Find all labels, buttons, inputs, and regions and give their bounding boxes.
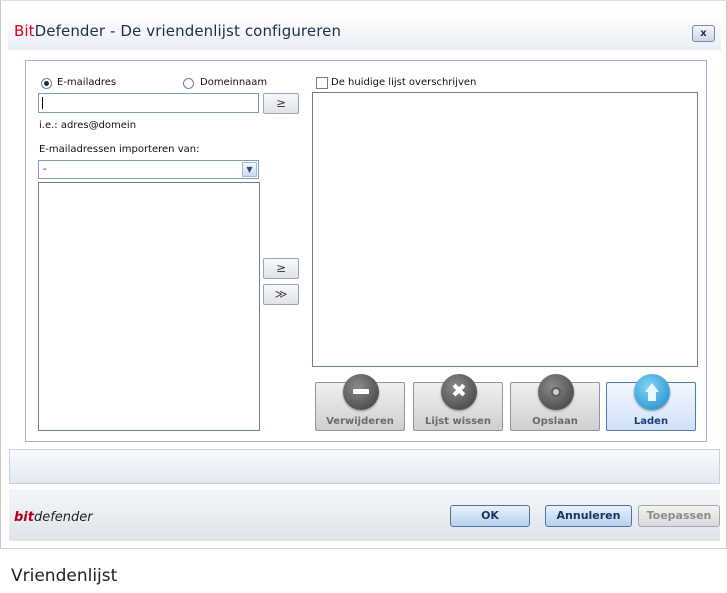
apply-button[interactable]: Toepassen bbox=[638, 505, 720, 527]
figure-caption: Vriendenlijst bbox=[11, 566, 118, 586]
radio-domain-label: Domeinnaam bbox=[200, 77, 268, 88]
status-strip bbox=[9, 449, 720, 484]
title-text: Defender - De vriendenlijst configureren bbox=[34, 22, 342, 40]
move-selected-button[interactable]: ≥ bbox=[263, 258, 299, 279]
radio-domain[interactable] bbox=[183, 78, 194, 89]
import-source-select[interactable]: - ▼ bbox=[38, 160, 259, 179]
chevron-down-icon[interactable]: ▼ bbox=[242, 162, 257, 177]
window-title: BitDefender - De vriendenlijst configure… bbox=[14, 22, 341, 40]
text-caret bbox=[42, 97, 43, 109]
logo-bit: bit bbox=[14, 510, 34, 525]
friends-list[interactable] bbox=[312, 92, 698, 367]
address-input[interactable] bbox=[38, 93, 259, 113]
import-selected-value: - bbox=[43, 164, 47, 175]
overwrite-label: De huidige lijst overschrijven bbox=[331, 77, 477, 88]
cancel-button[interactable]: Annuleren bbox=[545, 505, 632, 527]
bitdefender-logo: bitdefender bbox=[14, 510, 93, 525]
minus-icon bbox=[343, 374, 379, 410]
clear-list-button[interactable]: ✖ Lijst wissen bbox=[413, 374, 503, 431]
add-address-button[interactable]: ≥ bbox=[263, 93, 299, 114]
move-all-button[interactable]: ≫ bbox=[263, 284, 299, 305]
save-label: Opslaan bbox=[532, 416, 578, 427]
logo-defender: defender bbox=[33, 510, 93, 525]
save-button[interactable]: Opslaan bbox=[510, 374, 600, 431]
ok-button[interactable]: OK bbox=[450, 505, 530, 527]
example-text: i.e.: adres@domein bbox=[39, 120, 137, 131]
x-icon: ✖ bbox=[441, 374, 477, 410]
close-button[interactable]: x bbox=[692, 25, 715, 42]
caption-divider bbox=[0, 548, 727, 549]
disc-icon bbox=[538, 374, 574, 410]
radio-email[interactable] bbox=[41, 78, 52, 89]
import-label: E-mailadressen importeren van: bbox=[39, 144, 200, 155]
radio-email-label: E-mailadres bbox=[57, 77, 117, 88]
load-label: Laden bbox=[633, 416, 669, 427]
remove-button[interactable]: Verwijderen bbox=[315, 374, 405, 431]
overwrite-checkbox[interactable] bbox=[316, 77, 328, 89]
title-brand: Bit bbox=[14, 22, 35, 40]
clear-list-label: Lijst wissen bbox=[425, 416, 491, 427]
load-button[interactable]: Laden bbox=[606, 374, 696, 431]
import-address-list[interactable] bbox=[38, 182, 260, 431]
upload-icon bbox=[634, 374, 670, 410]
remove-label: Verwijderen bbox=[326, 416, 394, 427]
